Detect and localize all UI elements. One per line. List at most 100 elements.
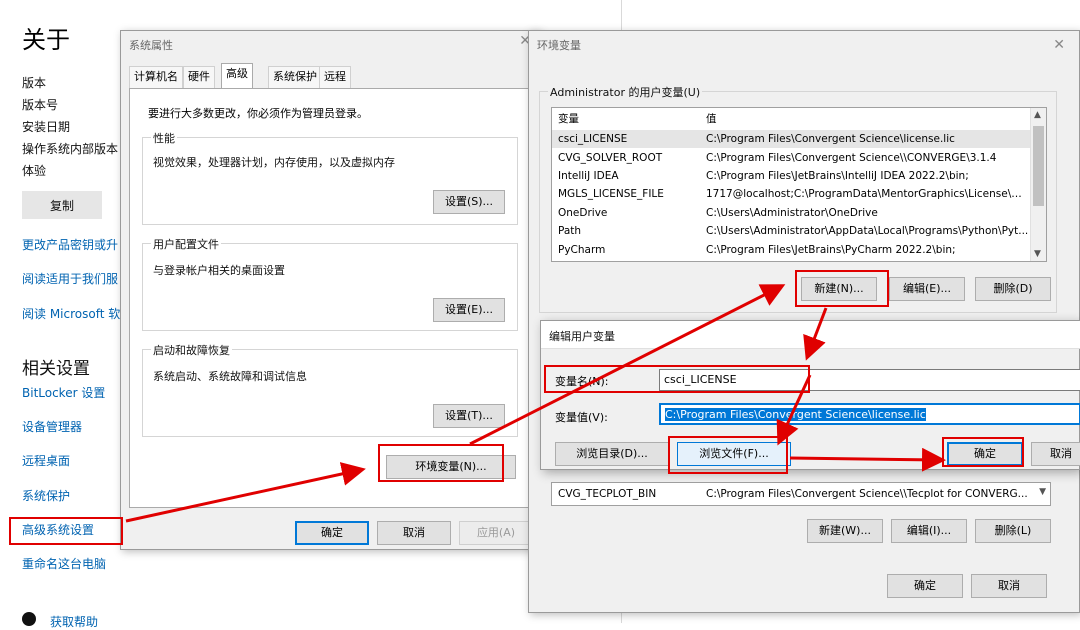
chevron-down-icon[interactable]: ▼ (1039, 487, 1046, 497)
spec-label-os-build: 操作系统内部版本 (22, 142, 119, 156)
spec-label-edition: 版本 (22, 76, 47, 90)
selected-value-text: C:\Program Files\Convergent Science\lice… (665, 408, 926, 421)
user-delete-button[interactable]: 删除(D) (975, 277, 1051, 301)
row-value: C:\Program Files\Convergent Science\\Tec… (706, 488, 1028, 500)
admin-note: 要进行大多数更改，你必须作为管理员登录。 (148, 107, 368, 120)
tab-system-protection[interactable]: 系统保护 (268, 66, 322, 88)
group-label: 性能 (151, 130, 177, 146)
row-name: Path (558, 225, 582, 237)
link-services-agreement[interactable]: 阅读适用于我们服 (22, 270, 118, 287)
variable-name-input[interactable]: csci_LICENSE (659, 369, 1080, 391)
window-title: 环境变量 (537, 39, 581, 52)
row-name: CVG_TECPLOT_BIN (558, 488, 657, 500)
tab-hardware[interactable]: 硬件 (183, 66, 215, 88)
get-help-link[interactable]: 获取帮助 (50, 613, 98, 630)
link-license-terms[interactable]: 阅读 Microsoft 软 (22, 305, 120, 322)
row-value: C:\Program Files\JetBrains\IntelliJ IDEA… (706, 170, 969, 182)
user-profile-settings-button[interactable]: 设置(E)... (433, 298, 505, 322)
link-remote-desktop[interactable]: 远程桌面 (22, 452, 70, 469)
spec-label-experience: 体验 (22, 164, 47, 178)
group-label: Administrator 的用户变量(U) (548, 84, 703, 100)
startup-recovery-group: 启动和故障恢复 系统启动、系统故障和调试信息 设置(T)... (142, 342, 518, 437)
table-row[interactable]: csci_LICENSE C:\Program Files\Convergent… (552, 130, 1030, 148)
user-profiles-group: 用户配置文件 与登录帐户相关的桌面设置 设置(E)... (142, 236, 518, 331)
ok-button[interactable]: 确定 (887, 574, 963, 598)
group-description: 系统启动、系统故障和调试信息 (153, 370, 307, 383)
copy-button[interactable]: 复制 (22, 191, 102, 219)
table-row[interactable]: OneDrive C:\Users\Administrator\OneDrive (552, 204, 1030, 222)
performance-settings-button[interactable]: 设置(S)... (433, 190, 505, 214)
vertical-scrollbar[interactable]: ▲ ▼ (1030, 108, 1046, 261)
window-title: 系统属性 (129, 39, 173, 52)
table-row[interactable]: Path C:\Users\Administrator\AppData\Loca… (552, 222, 1030, 240)
user-variables-list[interactable]: 变量 值 csci_LICENSE C:\Program Files\Conve… (551, 107, 1047, 262)
related-settings-heading: 相关设置 (22, 359, 90, 379)
group-label: 用户配置文件 (151, 236, 221, 252)
tab-remote[interactable]: 远程 (319, 66, 351, 88)
performance-group: 性能 视觉效果，处理器计划，内存使用，以及虚拟内存 设置(S)... (142, 130, 518, 225)
system-delete-button[interactable]: 删除(L) (975, 519, 1051, 543)
table-row[interactable]: PyCharm C:\Program Files\JetBrains\PyCha… (552, 241, 1030, 259)
cancel-button[interactable]: 取消 (377, 521, 451, 545)
environment-variables-button[interactable]: 环境变量(N)... (386, 455, 516, 479)
ok-button[interactable]: 确定 (295, 521, 369, 545)
row-name: IntelliJ IDEA (558, 170, 619, 182)
close-icon[interactable]: ✕ (1053, 37, 1065, 53)
group-label: 启动和故障恢复 (151, 342, 232, 358)
link-rename-pc[interactable]: 重命名这台电脑 (22, 555, 106, 572)
system-edit-button[interactable]: 编辑(I)... (891, 519, 967, 543)
edit-user-variable-dialog: 编辑用户变量 变量名(N): csci_LICENSE 变量值(V): C:\P… (540, 320, 1080, 470)
row-value: C:\Users\Administrator\OneDrive (706, 207, 878, 219)
browse-file-button[interactable]: 浏览文件(F)... (677, 442, 791, 466)
table-row[interactable]: CVG_SOLVER_ROOT C:\Program Files\Converg… (552, 149, 1030, 167)
variable-value-input[interactable]: C:\Program Files\Convergent Science\lice… (659, 403, 1080, 425)
scrollbar-thumb[interactable] (1033, 126, 1044, 206)
ok-button[interactable]: 确定 (947, 442, 1023, 466)
link-device-manager[interactable]: 设备管理器 (22, 418, 82, 435)
page-title: 关于 (22, 26, 70, 54)
table-row[interactable]: CVG_TECPLOT_BIN C:\Program Files\Converg… (552, 485, 1036, 503)
variable-name-label: 变量名(N): (555, 375, 609, 388)
link-bitlocker[interactable]: BitLocker 设置 (22, 384, 105, 401)
row-value: C:\Program Files\Convergent Science\\CON… (706, 152, 997, 164)
group-description: 与登录帐户相关的桌面设置 (153, 264, 285, 277)
group-description: 视觉效果，处理器计划，内存使用，以及虚拟内存 (153, 156, 395, 169)
spec-label-install-date: 安装日期 (22, 120, 71, 134)
variable-value-label: 变量值(V): (555, 411, 608, 424)
apply-button[interactable]: 应用(A) (459, 521, 533, 545)
user-new-button[interactable]: 新建(N)... (801, 277, 877, 301)
list-header: 变量 值 (552, 110, 1030, 130)
system-variables-list[interactable]: CVG_TECPLOT_BIN C:\Program Files\Converg… (551, 482, 1051, 506)
link-advanced-system-settings[interactable]: 高级系统设置 (22, 521, 94, 538)
row-value: C:\Users\Administrator\AppData\Local\Pro… (706, 225, 1029, 237)
row-name: CVG_SOLVER_ROOT (558, 152, 663, 164)
tab-computer-name[interactable]: 计算机名 (129, 66, 183, 88)
row-value: C:\Program Files\Convergent Science\lice… (706, 133, 955, 145)
row-name: csci_LICENSE (558, 133, 628, 145)
advanced-tab-panel: 要进行大多数更改，你必须作为管理员登录。 性能 视觉效果，处理器计划，内存使用，… (129, 88, 531, 508)
tab-advanced[interactable]: 高级 (221, 63, 253, 89)
cancel-button[interactable]: 取消 (1031, 442, 1080, 466)
chevron-down-icon[interactable]: ▼ (1034, 249, 1041, 259)
system-properties-window: 系统属性 ✕ 计算机名 硬件 高级 系统保护 远程 要进行大多数更改，你必须作为… (120, 30, 540, 550)
link-change-product-key[interactable]: 更改产品密钥或升 (22, 236, 118, 253)
row-name: OneDrive (558, 207, 608, 219)
link-system-protection[interactable]: 系统保护 (22, 487, 70, 504)
row-value: C:\Program Files\JetBrains\PyCharm 2022.… (706, 244, 956, 256)
startup-settings-button[interactable]: 设置(T)... (433, 404, 505, 428)
table-row[interactable]: MGLS_LICENSE_FILE 1717@localhost;C:\Prog… (552, 185, 1031, 203)
help-icon (22, 612, 36, 626)
table-row[interactable]: IntelliJ IDEA C:\Program Files\JetBrains… (552, 167, 1030, 185)
row-name: MGLS_LICENSE_FILE (558, 188, 664, 200)
row-value: 1717@localhost;C:\ProgramData\MentorGrap… (706, 188, 1031, 200)
chevron-up-icon[interactable]: ▲ (1034, 110, 1041, 120)
spec-label-version: 版本号 (22, 98, 59, 112)
browse-directory-button[interactable]: 浏览目录(D)... (555, 442, 669, 466)
column-header-value: 值 (706, 113, 717, 125)
cancel-button[interactable]: 取消 (971, 574, 1047, 598)
user-edit-button[interactable]: 编辑(E)... (889, 277, 965, 301)
dialog-titlebar: 编辑用户变量 (541, 321, 1080, 349)
system-new-button[interactable]: 新建(W)... (807, 519, 883, 543)
row-name: PyCharm (558, 244, 606, 256)
dialog-title: 编辑用户变量 (549, 330, 615, 343)
